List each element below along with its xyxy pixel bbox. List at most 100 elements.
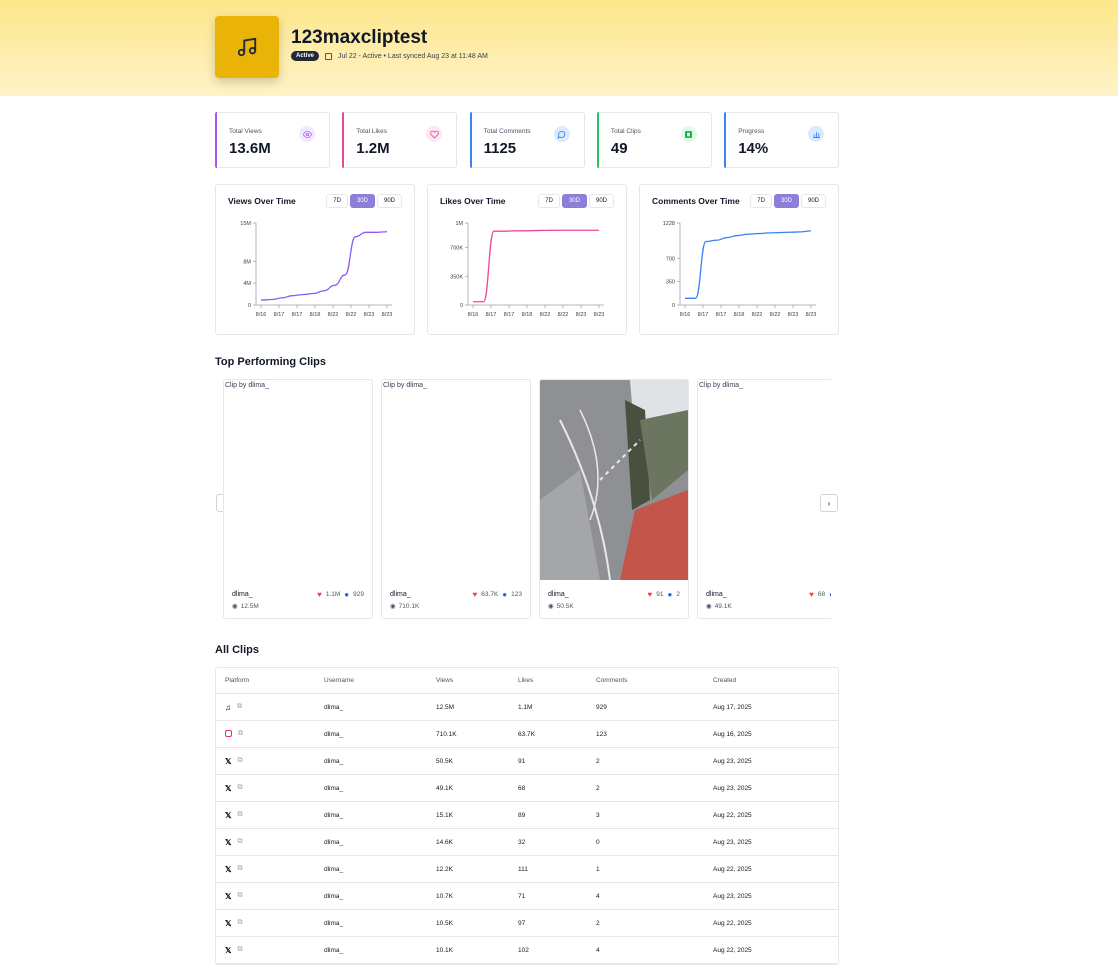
clip-views: ◉ 710.1K — [390, 602, 419, 611]
top-clips-heading: Top Performing Clips — [215, 356, 327, 368]
table-row[interactable]: 𝕏 ⧉ dlima_ 10.5K 97 2 Aug 22, 2025 — [216, 910, 838, 937]
line-chart: 0 350K 700K 1M 8/16 8/17 8/17 8/18 8/22 8/22 8/23 8… — [450, 221, 604, 318]
table-row[interactable]: 𝕏 ⧉ dlima_ 49.1K 68 2 Aug 23, 2025 — [216, 775, 838, 802]
username-cell: dlima_ — [324, 757, 344, 765]
platform-cell: 𝕏 ⧉ — [225, 829, 242, 855]
clip-likes: 91 — [656, 591, 664, 598]
external-link-icon[interactable]: ⧉ — [237, 865, 242, 873]
platform-cell: 𝕏 ⧉ — [225, 883, 242, 909]
range-button-90d[interactable]: 90D — [800, 194, 826, 208]
x-tick-label: 8/18 — [734, 312, 745, 318]
clip-thumbnail[interactable]: Clip by dlima_ — [382, 380, 530, 580]
clip-thumbnail[interactable]: Clip by dlima_ — [698, 380, 831, 580]
clip-image-alt-text: Clip by dlima_ — [383, 382, 427, 389]
x-icon: 𝕏 — [225, 891, 232, 901]
clip-card[interactable]: dlima_ ♥ 91 ● 2 ◉ 50.5K — [539, 379, 689, 619]
clip-card[interactable]: Clip by dlima_ dlima_ ♥ 63.7K ● 123 ◉ 710.1K — [381, 379, 531, 619]
eye-icon: ◉ — [548, 603, 554, 610]
heart-icon: ♥ — [647, 590, 653, 599]
clip-engagement: ♥ 63.7K ● 123 — [473, 590, 522, 599]
stat-accent-bar — [596, 112, 599, 168]
range-button-30d[interactable]: 30D — [561, 194, 587, 208]
clip-comments: 929 — [353, 591, 364, 598]
clip-card[interactable]: Clip by dlima_ dlima_ ♥68● ◉49.1K — [697, 379, 831, 619]
external-link-icon[interactable]: ⧉ — [237, 892, 242, 900]
clip-username: dlima_ — [390, 591, 411, 598]
table-row[interactable]: 𝕏 ⧉ dlima_ 14.6K 32 0 Aug 23, 2025 — [216, 829, 838, 856]
table-row[interactable]: 𝕏 ⧉ dlima_ 10.1K 102 4 Aug 22, 2025 — [216, 937, 838, 964]
platform-cell: 𝕏 ⧉ — [225, 937, 242, 963]
instagram-icon — [225, 729, 232, 739]
stat-label: Total Comments — [483, 128, 531, 135]
x-icon: 𝕏 — [225, 810, 232, 820]
table-row[interactable]: 𝕏 ⧉ dlima_ 12.2K 111 1 Aug 22, 2025 — [216, 856, 838, 883]
x-icon: 𝕏 — [225, 945, 232, 955]
views-cell: 50.5K — [436, 757, 453, 765]
x-tick-label: 8/23 — [382, 312, 393, 318]
x-tick-label: 8/17 — [504, 312, 515, 318]
likes-cell: 97 — [518, 919, 526, 927]
created-cell: Aug 22, 2025 — [713, 919, 752, 927]
platform-cell: 𝕏 ⧉ — [225, 910, 242, 936]
x-tick-label: 8/17 — [274, 312, 285, 318]
clip-thumbnail[interactable] — [540, 380, 688, 581]
bar-chart-icon — [808, 126, 825, 142]
external-link-icon[interactable]: ⧉ — [237, 919, 242, 927]
range-button-7d[interactable]: 7D — [750, 194, 772, 208]
range-button-30d[interactable]: 30D — [349, 194, 375, 208]
range-button-90d[interactable]: 90D — [588, 194, 614, 208]
clip-likes: 63.7K — [481, 591, 499, 598]
range-selector: 7D 30D 90D — [538, 194, 614, 208]
comments-cell: 123 — [596, 730, 607, 738]
stat-accent-bar — [342, 112, 345, 168]
created-cell: Aug 16, 2025 — [713, 730, 752, 738]
table-row[interactable]: ♫ ⧉ dlima_ 12.5M 1.1M 929 Aug 17, 2025 — [216, 694, 838, 721]
created-cell: Aug 23, 2025 — [713, 892, 752, 900]
username-cell: dlima_ — [324, 892, 344, 900]
views-cell: 49.1K — [436, 784, 453, 792]
created-cell: Aug 23, 2025 — [713, 757, 752, 765]
views-cell: 15.1K — [436, 811, 453, 819]
created-cell: Aug 22, 2025 — [713, 946, 752, 954]
chart-card: Views Over Time 7D 30D 90D 0 4M 8M 15M 8/16 8/17 8… — [215, 184, 415, 335]
created-cell: Aug 23, 2025 — [713, 838, 752, 846]
external-link-icon[interactable]: ⧉ — [237, 838, 242, 846]
comment-icon: ● — [502, 590, 508, 599]
y-tick-label: 0 — [672, 303, 675, 309]
range-button-7d[interactable]: 7D — [326, 194, 348, 208]
clip-thumbnail[interactable]: Clip by dlima_ — [224, 380, 372, 580]
x-icon: 𝕏 — [225, 756, 232, 766]
external-link-icon[interactable]: ⧉ — [237, 757, 242, 765]
range-button-90d[interactable]: 90D — [376, 194, 402, 208]
table-row[interactable]: 𝕏 ⧉ dlima_ 10.7K 71 4 Aug 23, 2025 — [216, 883, 838, 910]
stat-value: 49 — [610, 140, 628, 157]
carousel-next-button[interactable]: › — [820, 494, 838, 512]
external-link-icon[interactable]: ⧉ — [237, 703, 242, 711]
range-selector: 7D 30D 90D — [326, 194, 402, 208]
stat-label: Total Likes — [356, 128, 388, 135]
table-row[interactable]: 𝕏 ⧉ dlima_ 50.5K 91 2 Aug 23, 2025 — [216, 748, 838, 775]
range-selector: 7D 30D 90D — [750, 194, 826, 208]
clip-card[interactable]: Clip by dlima_ dlima_ ♥ 1.1M ● 929 ◉ 12.5M — [223, 379, 373, 619]
comments-cell: 4 — [596, 946, 600, 954]
x-tick-label: 8/16 — [680, 312, 691, 318]
x-tick-label: 8/17 — [698, 312, 709, 318]
y-tick-label: 700K — [450, 246, 463, 252]
campaign-meta: Active Jul 22 - Active • Last synced Aug… — [291, 51, 488, 61]
external-link-icon[interactable]: ⧉ — [237, 811, 242, 819]
clips-carousel: Clip by dlima_ dlima_ ♥ 1.1M ● 929 ◉ 12.5M Clip … — [223, 379, 831, 620]
external-link-icon[interactable]: ⧉ — [237, 784, 242, 792]
table-row[interactable]: ⧉ dlima_ 710.1K 63.7K 123 Aug 16, 2025 — [216, 721, 838, 748]
range-button-30d[interactable]: 30D — [773, 194, 799, 208]
chart-card: Likes Over Time 7D 30D 90D 0 350K 700K 1M 8/16 8/… — [427, 184, 627, 335]
x-tick-label: 8/22 — [328, 312, 339, 318]
stat-card: Progress 14% — [724, 112, 840, 168]
likes-cell: 91 — [518, 757, 526, 765]
table-row[interactable]: 𝕏 ⧉ dlima_ 15.1K 89 3 Aug 22, 2025 — [216, 802, 838, 829]
created-cell: Aug 17, 2025 — [713, 703, 752, 711]
external-link-icon[interactable]: ⧉ — [238, 730, 243, 738]
range-button-7d[interactable]: 7D — [538, 194, 560, 208]
clip-image-alt-text: Clip by dlima_ — [699, 382, 743, 389]
external-link-icon[interactable]: ⧉ — [237, 946, 242, 954]
clip-engagement: ♥ 91 ● 2 — [648, 590, 680, 599]
